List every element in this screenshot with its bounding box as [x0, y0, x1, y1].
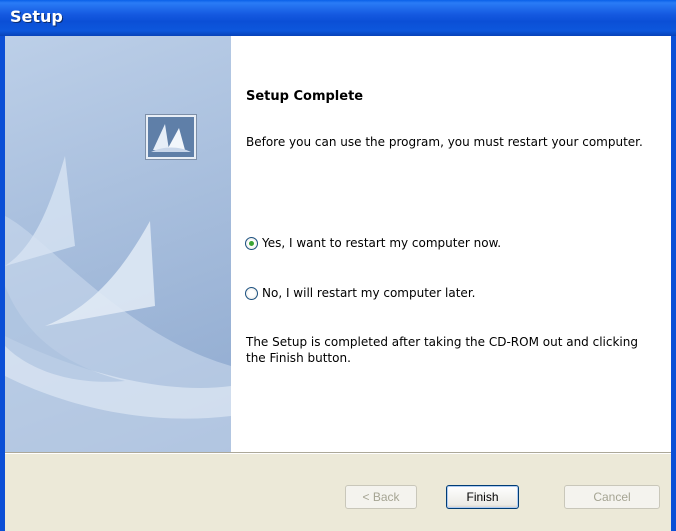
window-title: Setup — [10, 7, 63, 26]
restart-now-option[interactable]: Yes, I want to restart my computer now. — [245, 236, 501, 250]
restart-later-option[interactable]: No, I will restart my computer later. — [245, 286, 475, 300]
restart-now-radio[interactable] — [245, 236, 258, 250]
content-panel: Setup Complete Before you can use the pr… — [231, 36, 671, 452]
restart-instructions: Before you can use the program, you must… — [246, 135, 643, 149]
finish-button[interactable]: Finish — [446, 485, 519, 509]
restart-later-label[interactable]: No, I will restart my computer later. — [262, 286, 475, 300]
side-banner — [5, 36, 231, 452]
title-bar[interactable]: Setup — [0, 0, 676, 36]
setup-dialog: Setup Setup Complete Before you can use … — [0, 0, 676, 531]
completion-note: The Setup is completed after taking the … — [246, 335, 638, 365]
window-frame-right — [671, 36, 676, 531]
restart-later-radio[interactable] — [245, 286, 258, 300]
back-button[interactable]: < Back — [345, 485, 417, 509]
restart-now-label[interactable]: Yes, I want to restart my computer now. — [262, 236, 501, 250]
divider-highlight — [5, 453, 671, 454]
cancel-button[interactable]: Cancel — [564, 485, 660, 509]
page-title: Setup Complete — [246, 89, 364, 104]
setup-logo-icon — [145, 114, 197, 160]
